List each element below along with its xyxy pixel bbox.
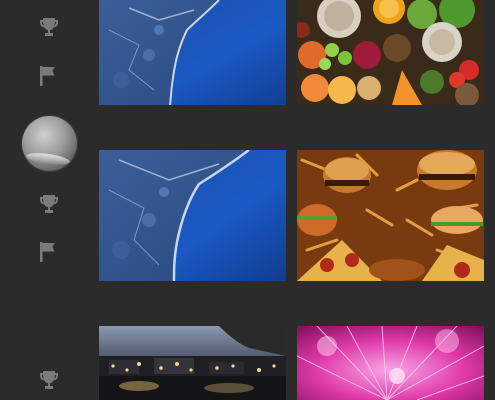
coastline-aerial-photo[interactable]: [99, 0, 286, 105]
trophy-icon[interactable]: [37, 15, 61, 39]
fast-food-photo[interactable]: [297, 150, 484, 281]
pink-dandelion-photo[interactable]: [297, 326, 484, 400]
avatar-highlight: [25, 150, 71, 168]
trophy-icon[interactable]: [37, 368, 61, 392]
city-night-photo[interactable]: [99, 326, 286, 400]
flag-icon[interactable]: [38, 64, 60, 88]
app-window: [0, 0, 495, 400]
coastline-aerial-photo[interactable]: [99, 150, 286, 281]
flag-icon[interactable]: [38, 240, 60, 264]
avatar[interactable]: [22, 116, 77, 171]
trophy-icon[interactable]: [37, 192, 61, 216]
fruits-vegetables-photo[interactable]: [297, 0, 484, 105]
